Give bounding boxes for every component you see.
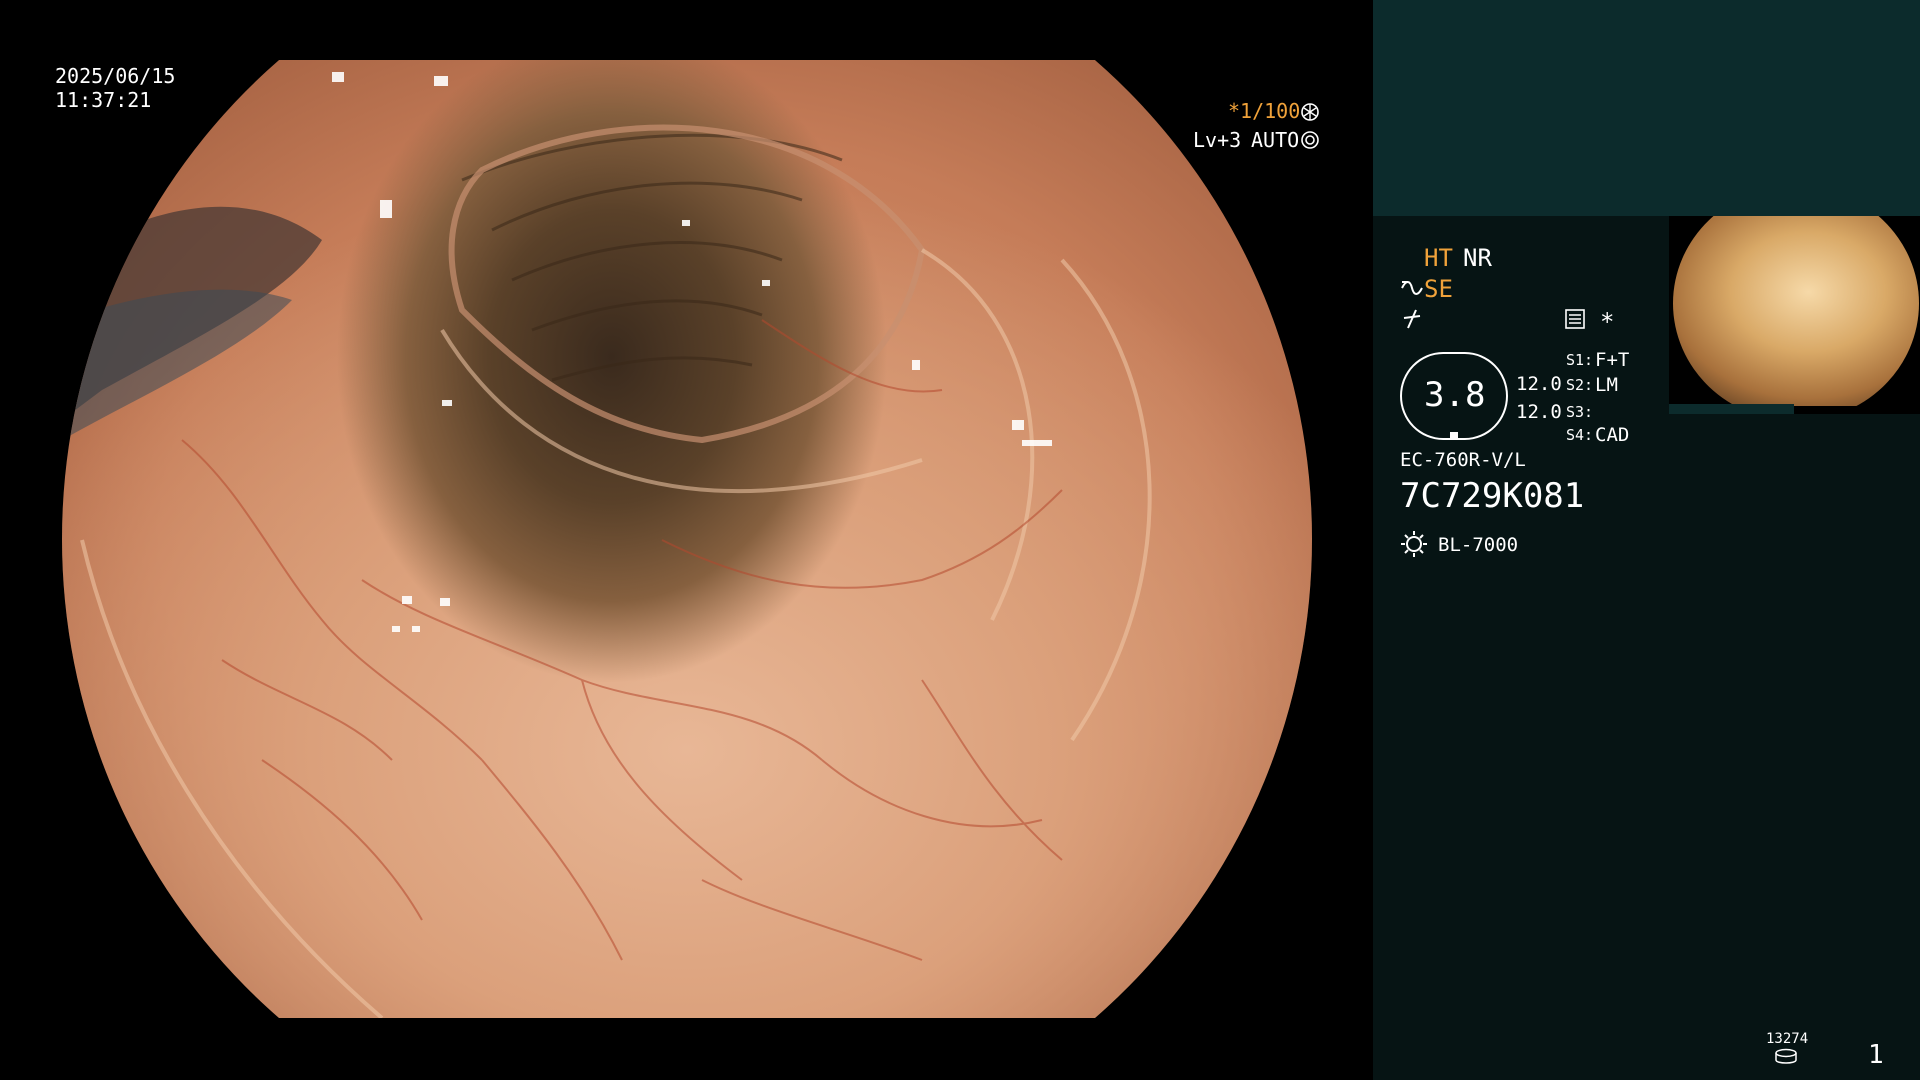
endoscope-view: 2025/06/15 11:37:21 *1/100 Lv+3 AUTO [0,0,1373,1080]
level-label: Lv+3 [1193,128,1242,152]
thumbnail[interactable] [1669,216,1920,414]
panel-header [1373,0,1920,216]
se-label: SE [1424,275,1453,303]
lightning-icon [1403,309,1421,329]
s4-value: CAD [1595,424,1630,446]
s2-label: S2: [1566,376,1594,394]
value-2: 12.0 [1516,401,1562,423]
shutter-icon [1301,103,1319,121]
s1-value: F+T [1595,349,1630,371]
ht-label: HT [1424,244,1453,272]
shutter-label: *1/100 [1228,99,1301,123]
s3-label: S3: [1566,403,1594,421]
nr-label: NR [1463,244,1492,272]
mucosa-detail [62,72,1152,1018]
page-number: 1 [1868,1040,1884,1070]
thumbnail-image [1673,216,1919,406]
thumbnail-bar [1669,404,1794,414]
endoscope-image [62,60,1312,1018]
auto-icon [1301,131,1319,149]
value-1: 12.0 [1516,373,1562,395]
time-label: 11:37:21 [55,88,152,112]
s1-label: S1: [1566,351,1594,369]
mode-label: AUTO [1251,128,1300,152]
light-source: BL-7000 [1438,534,1519,556]
serial-number: 7C729K081 [1400,476,1585,516]
storage-icon [1775,1048,1797,1064]
s4-label: S4: [1566,426,1594,444]
wave-icon [1401,281,1423,295]
gauge-value: 3.8 [1424,375,1486,415]
settings-icon [1565,309,1585,329]
scope-model: EC-760R-V/L [1400,449,1526,471]
asterisk-label: * [1600,308,1615,336]
s2-value: LM [1595,374,1618,396]
counter-label: 13274 [1766,1031,1809,1047]
lamp-icon [1401,531,1427,557]
gauge-indicator [1450,432,1458,440]
